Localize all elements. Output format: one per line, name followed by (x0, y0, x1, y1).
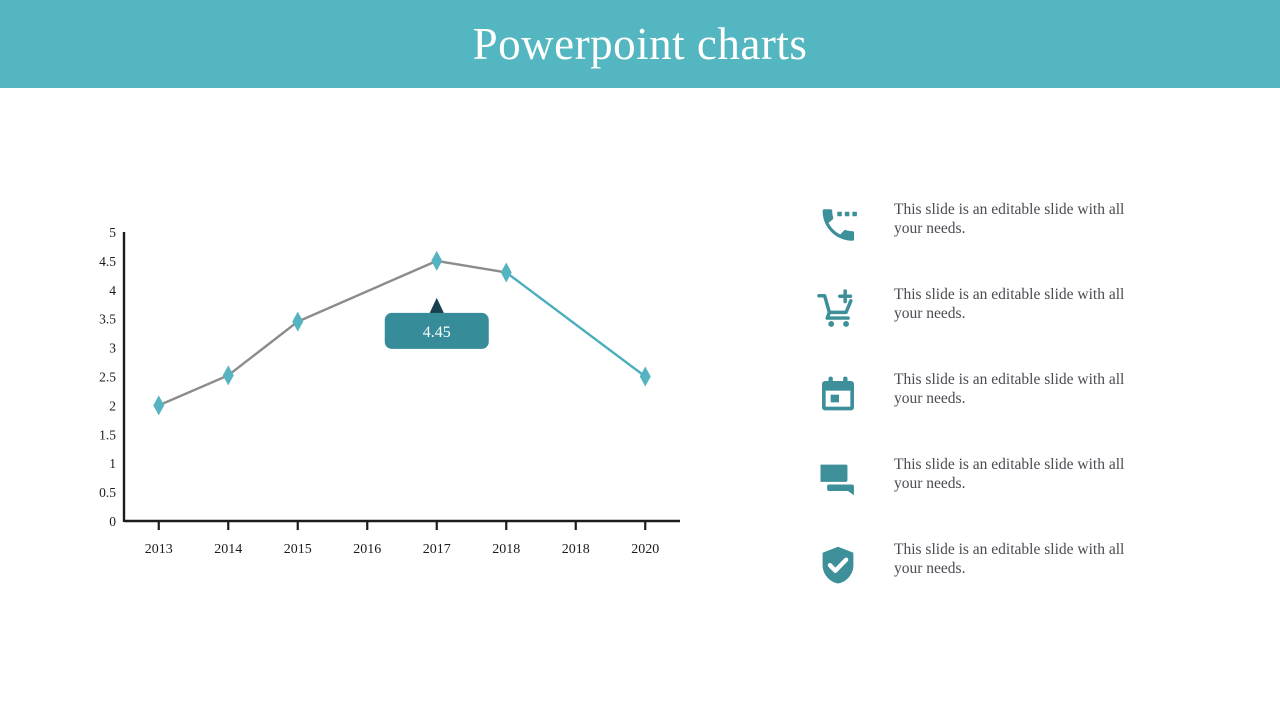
series-line-segment (227, 320, 299, 377)
series-line-segment (297, 259, 438, 323)
tooltip-value: 4.45 (423, 324, 451, 341)
data-point-marker[interactable] (431, 250, 443, 271)
data-point-marker[interactable] (222, 365, 234, 386)
slide-header: Powerpoint charts (0, 0, 1280, 88)
y-axis-tick-label: 3.5 (99, 312, 116, 327)
y-axis-tick-label: 2 (109, 398, 116, 413)
x-axis-tick-labels: 2013 2014 2015 2016 2017 2018 2018 2020 (145, 542, 660, 557)
series-line-segment (436, 259, 507, 274)
add-shopping-cart-icon (810, 285, 866, 335)
data-point-marker[interactable] (153, 395, 165, 416)
list-item[interactable]: This slide is an editable slide with all… (810, 538, 1210, 623)
chart-canvas: 54.543.532.521.510.50 2013 2014 2015 2016 20… (99, 228, 680, 557)
tooltip-pointer-icon (428, 297, 445, 315)
list-item-label: This slide is an editable slide with all… (894, 456, 1125, 492)
chat-bubbles-icon (810, 455, 866, 505)
x-axis-tick-label: 2013 (145, 542, 173, 557)
line-chart: 5 4.5 4 3.5 3 2.5 2 1.5 1 0.5 0 2013 2014 2015 2016 20… (88, 228, 698, 578)
x-axis-tick-label: 2014 (214, 542, 242, 557)
list-item-label: This slide is an editable slide with all… (894, 541, 1125, 577)
x-axis-tick-label: 2018 (492, 542, 520, 557)
y-axis-tick-labels: 5 4.5 4 3.5 3 2.5 2 1.5 1 0.5 0 (99, 228, 116, 529)
list-item[interactable]: This slide is an editable slide with all… (810, 368, 1210, 453)
list-item[interactable]: This slide is an editable slide with all… (810, 283, 1210, 368)
list-item-label: This slide is an editable slide with all… (894, 371, 1125, 407)
list-item[interactable]: This slide is an editable slide with all… (810, 198, 1210, 283)
calendar-icon (810, 370, 866, 420)
feature-list: This slide is an editable slide with all… (810, 198, 1210, 623)
shield-check-icon (810, 540, 866, 590)
x-axis-tick-label: 2016 (353, 542, 381, 557)
phone-in-talk-icon (810, 200, 866, 250)
y-axis-tick-label: 1.5 (99, 427, 116, 442)
x-axis-ticks (157, 521, 647, 530)
slide-body: 5 4.5 4 3.5 3 2.5 2 1.5 1 0.5 0 2013 2014 2015 2016 20… (0, 88, 1280, 720)
series-line-segment (505, 271, 646, 378)
y-axis-tick-label: 0 (109, 514, 116, 529)
x-axis-tick-label: 2018 (562, 542, 590, 557)
y-axis-tick-label: 2.5 (99, 370, 116, 385)
data-point-marker[interactable] (639, 366, 651, 387)
x-axis-tick-label: 2017 (423, 542, 451, 557)
page-title: Powerpoint charts (472, 18, 808, 69)
x-axis-tick-label: 2020 (631, 542, 659, 557)
series-line-segment (158, 374, 229, 407)
list-item-label: This slide is an editable slide with all… (894, 201, 1125, 237)
y-axis-tick-label: 1 (109, 456, 116, 471)
data-point-marker[interactable] (500, 262, 512, 283)
data-label-tooltip[interactable]: 4.45 (384, 297, 489, 349)
y-axis-tick-label: 5 (109, 228, 116, 240)
y-axis-tick-label: 4.5 (99, 254, 116, 269)
y-axis-tick-label: 4 (109, 283, 116, 298)
y-axis-tick-label: 3 (109, 341, 116, 356)
x-axis-tick-label: 2015 (284, 542, 312, 557)
list-item-label: This slide is an editable slide with all… (894, 286, 1125, 322)
y-axis-tick-label: 0.5 (99, 485, 116, 500)
data-point-marker[interactable] (292, 311, 304, 332)
list-item[interactable]: This slide is an editable slide with all… (810, 453, 1210, 538)
